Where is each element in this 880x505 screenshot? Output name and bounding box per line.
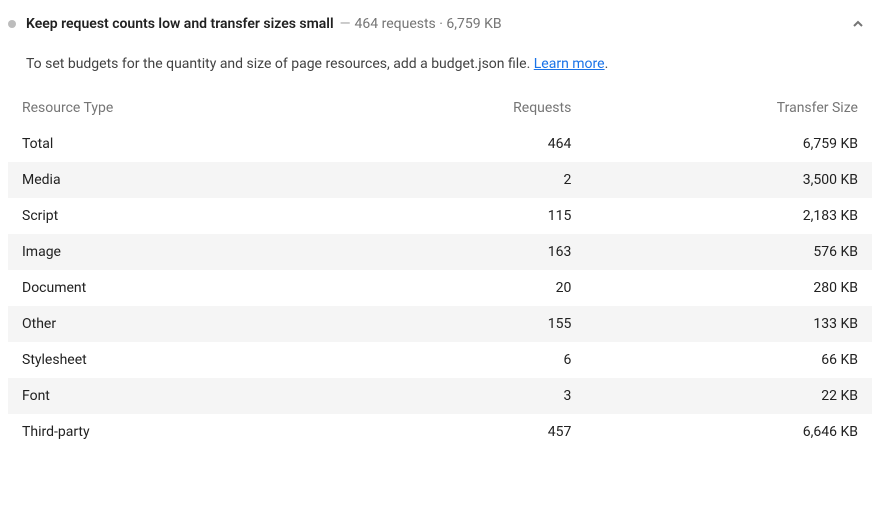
separator-dash: — — [340, 16, 351, 32]
table-row: Stylesheet666 KB — [8, 342, 872, 378]
table-row: Image163576 KB — [8, 234, 872, 270]
cell-requests: 155 — [394, 316, 580, 332]
cell-resource-type: Third-party — [22, 424, 394, 440]
status-dot-icon — [8, 20, 16, 28]
table-row: Document20280 KB — [8, 270, 872, 306]
table-row: Media23,500 KB — [8, 162, 872, 198]
header-resource-type: Resource Type — [22, 100, 394, 116]
cell-requests: 464 — [394, 136, 580, 152]
table-header-row: Resource Type Requests Transfer Size — [8, 90, 872, 126]
table-row: Total4646,759 KB — [8, 126, 872, 162]
description-text: To set budgets for the quantity and size… — [26, 56, 534, 72]
audit-description: To set budgets for the quantity and size… — [8, 38, 872, 90]
learn-more-link[interactable]: Learn more — [534, 56, 605, 72]
table-row: Third-party4576,646 KB — [8, 414, 872, 450]
cell-requests: 20 — [394, 280, 580, 296]
cell-transfer-size: 576 KB — [579, 244, 858, 260]
cell-requests: 115 — [394, 208, 580, 224]
audit-title: Keep request counts low and transfer siz… — [26, 16, 334, 32]
cell-transfer-size: 66 KB — [579, 352, 858, 368]
cell-resource-type: Media — [22, 172, 394, 188]
cell-requests: 3 — [394, 388, 580, 404]
cell-requests: 6 — [394, 352, 580, 368]
audit-summary: 464 requests · 6,759 KB — [355, 16, 502, 32]
resource-table: Resource Type Requests Transfer Size Tot… — [8, 90, 872, 450]
cell-resource-type: Total — [22, 136, 394, 152]
cell-transfer-size: 3,500 KB — [579, 172, 858, 188]
cell-resource-type: Other — [22, 316, 394, 332]
cell-resource-type: Script — [22, 208, 394, 224]
description-suffix: . — [605, 56, 609, 72]
chevron-up-icon — [852, 18, 864, 30]
cell-transfer-size: 133 KB — [579, 316, 858, 332]
table-row: Other155133 KB — [8, 306, 872, 342]
cell-transfer-size: 6,646 KB — [579, 424, 858, 440]
table-row: Font322 KB — [8, 378, 872, 414]
cell-transfer-size: 2,183 KB — [579, 208, 858, 224]
header-transfer-size: Transfer Size — [579, 100, 858, 116]
cell-resource-type: Document — [22, 280, 394, 296]
cell-requests: 163 — [394, 244, 580, 260]
cell-resource-type: Image — [22, 244, 394, 260]
cell-requests: 2 — [394, 172, 580, 188]
audit-header: Keep request counts low and transfer siz… — [8, 10, 872, 38]
cell-transfer-size: 22 KB — [579, 388, 858, 404]
table-body: Total4646,759 KBMedia23,500 KBScript1152… — [8, 126, 872, 450]
cell-requests: 457 — [394, 424, 580, 440]
collapse-toggle[interactable] — [848, 14, 868, 34]
cell-resource-type: Font — [22, 388, 394, 404]
cell-resource-type: Stylesheet — [22, 352, 394, 368]
header-requests: Requests — [394, 100, 580, 116]
cell-transfer-size: 280 KB — [579, 280, 858, 296]
cell-transfer-size: 6,759 KB — [579, 136, 858, 152]
table-row: Script1152,183 KB — [8, 198, 872, 234]
